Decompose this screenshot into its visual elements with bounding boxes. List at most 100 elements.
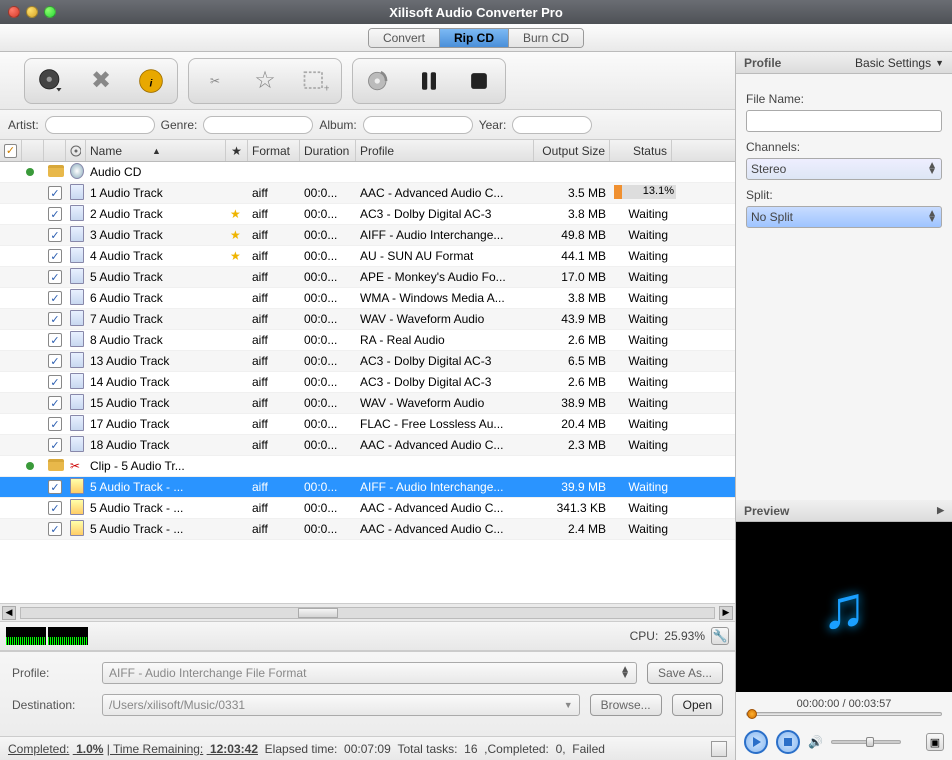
col-duration[interactable]: Duration xyxy=(300,140,356,161)
track-checkbox[interactable]: ✓ xyxy=(44,480,66,495)
group-row[interactable]: Audio CD xyxy=(0,162,735,183)
track-row[interactable]: ✓2 Audio Track★aiff00:0...AC3 - Dolby Di… xyxy=(0,204,735,225)
preview-play-button[interactable] xyxy=(744,730,768,754)
track-row[interactable]: ✓14 Audio Trackaiff00:0...AC3 - Dolby Di… xyxy=(0,372,735,393)
col-profile[interactable]: Profile xyxy=(356,140,534,161)
browse-button[interactable]: Browse... xyxy=(590,694,662,716)
track-name: 4 Audio Track xyxy=(86,249,226,263)
file-icon xyxy=(66,436,86,455)
expand-icon[interactable] xyxy=(22,165,44,179)
track-checkbox[interactable]: ✓ xyxy=(44,249,66,264)
track-row[interactable]: ✓13 Audio Trackaiff00:0...AC3 - Dolby Di… xyxy=(0,351,735,372)
destination-label: Destination: xyxy=(12,698,92,712)
preview-expand-button[interactable]: ▶ xyxy=(937,505,944,516)
add-to-queue-button[interactable]: + xyxy=(297,63,333,99)
col-output-size[interactable]: Output Size xyxy=(534,140,610,161)
scroll-thumb[interactable] xyxy=(298,608,338,618)
track-row[interactable]: ✓6 Audio Trackaiff00:0...WMA - Windows M… xyxy=(0,288,735,309)
preview-stop-button[interactable] xyxy=(776,730,800,754)
track-format: aiff xyxy=(248,480,300,494)
zoom-window-button[interactable] xyxy=(44,6,56,18)
cpu-settings-button[interactable]: 🔧 xyxy=(711,627,729,645)
track-checkbox[interactable]: ✓ xyxy=(44,438,66,453)
cut-button[interactable]: ✂ xyxy=(197,63,233,99)
mode-tab-bar: Convert Rip CD Burn CD xyxy=(0,24,952,52)
basic-settings-dropdown[interactable]: Basic Settings▼ xyxy=(855,56,944,70)
track-row[interactable]: ✓18 Audio Trackaiff00:0...AAC - Advanced… xyxy=(0,435,735,456)
rip-button[interactable] xyxy=(361,63,397,99)
scroll-left-button[interactable]: ◀ xyxy=(2,606,16,620)
track-checkbox[interactable]: ✓ xyxy=(44,375,66,390)
tab-burn-cd[interactable]: Burn CD xyxy=(509,29,583,47)
track-checkbox[interactable]: ✓ xyxy=(44,270,66,285)
track-status: Waiting xyxy=(610,375,672,389)
minimize-window-button[interactable] xyxy=(26,6,38,18)
volume-slider[interactable] xyxy=(831,740,901,744)
save-as-button[interactable]: Save As... xyxy=(647,662,723,684)
snapshot-button[interactable]: ▣ xyxy=(926,733,944,751)
horizontal-scrollbar[interactable]: ◀ ▶ xyxy=(0,603,735,621)
close-window-button[interactable] xyxy=(8,6,20,18)
profile-select[interactable]: AIFF - Audio Interchange File Format ▲▼ xyxy=(102,662,637,684)
track-checkbox[interactable]: ✓ xyxy=(44,207,66,222)
col-star[interactable]: ★ xyxy=(226,140,248,161)
open-button[interactable]: Open xyxy=(672,694,723,716)
status-time-remaining: 12:03:42 xyxy=(210,742,258,756)
channels-select[interactable]: Stereo▲▼ xyxy=(746,158,942,180)
seek-slider[interactable] xyxy=(736,712,952,724)
album-input[interactable] xyxy=(363,116,473,134)
task-list-button[interactable] xyxy=(711,741,727,757)
track-checkbox[interactable]: ✓ xyxy=(44,333,66,348)
track-row[interactable]: ✓15 Audio Trackaiff00:0...WAV - Waveform… xyxy=(0,393,735,414)
artist-input[interactable] xyxy=(45,116,155,134)
preview-pane: ♫ xyxy=(736,522,952,692)
track-row[interactable]: ✓1 Audio Trackaiff00:0...AAC - Advanced … xyxy=(0,183,735,204)
track-checkbox[interactable]: ✓ xyxy=(44,291,66,306)
file-icon xyxy=(66,478,86,497)
tab-rip-cd[interactable]: Rip CD xyxy=(440,29,509,47)
track-checkbox[interactable]: ✓ xyxy=(44,354,66,369)
track-checkbox[interactable]: ✓ xyxy=(44,396,66,411)
track-row[interactable]: ✓4 Audio Track★aiff00:0...AU - SUN AU Fo… xyxy=(0,246,735,267)
favorite-button[interactable]: ☆ xyxy=(247,63,283,99)
seek-thumb[interactable] xyxy=(747,709,757,719)
file-name-input[interactable] xyxy=(746,110,942,132)
destination-select[interactable]: /Users/xilisoft/Music/0331 ▼ xyxy=(102,694,580,716)
info-button[interactable]: i xyxy=(133,63,169,99)
stop-button[interactable] xyxy=(461,63,497,99)
remove-button[interactable]: ✖ xyxy=(83,63,119,99)
track-checkbox[interactable]: ✓ xyxy=(44,312,66,327)
col-name[interactable]: Name ▲ xyxy=(86,140,226,161)
track-row[interactable]: ✓5 Audio Track - ...aiff00:0...AAC - Adv… xyxy=(0,519,735,540)
volume-thumb[interactable] xyxy=(866,737,874,747)
group-row[interactable]: ✂Clip - 5 Audio Tr... xyxy=(0,456,735,477)
pause-button[interactable] xyxy=(411,63,447,99)
track-star[interactable]: ★ xyxy=(226,249,248,263)
expand-icon[interactable] xyxy=(22,459,44,473)
track-row[interactable]: ✓3 Audio Track★aiff00:0...AIFF - Audio I… xyxy=(0,225,735,246)
track-checkbox[interactable]: ✓ xyxy=(44,522,66,537)
track-row[interactable]: ✓7 Audio Trackaiff00:0...WAV - Waveform … xyxy=(0,309,735,330)
track-table-header: ✓ Name ▲ ★ Format Duration Profile Outpu… xyxy=(0,140,735,162)
add-disc-button[interactable] xyxy=(33,63,69,99)
year-input[interactable] xyxy=(512,116,592,134)
track-checkbox[interactable]: ✓ xyxy=(44,228,66,243)
track-row[interactable]: ✓8 Audio Trackaiff00:0...RA - Real Audio… xyxy=(0,330,735,351)
genre-input[interactable] xyxy=(203,116,313,134)
track-duration: 00:0... xyxy=(300,186,356,200)
select-all-checkbox[interactable]: ✓ xyxy=(4,144,17,158)
scroll-right-button[interactable]: ▶ xyxy=(719,606,733,620)
tab-convert[interactable]: Convert xyxy=(369,29,440,47)
track-checkbox[interactable]: ✓ xyxy=(44,186,66,201)
track-checkbox[interactable]: ✓ xyxy=(44,417,66,432)
track-star[interactable]: ★ xyxy=(226,228,248,242)
track-row[interactable]: ✓17 Audio Trackaiff00:0...FLAC - Free Lo… xyxy=(0,414,735,435)
track-row[interactable]: ✓5 Audio Track - ...aiff00:0...AAC - Adv… xyxy=(0,498,735,519)
track-checkbox[interactable]: ✓ xyxy=(44,501,66,516)
split-select[interactable]: No Split▲▼ xyxy=(746,206,942,228)
col-format[interactable]: Format xyxy=(248,140,300,161)
col-status[interactable]: Status xyxy=(610,140,672,161)
track-star[interactable]: ★ xyxy=(226,207,248,221)
track-row[interactable]: ✓5 Audio Trackaiff00:0...APE - Monkey's … xyxy=(0,267,735,288)
track-row[interactable]: ✓5 Audio Track - ...aiff00:0...AIFF - Au… xyxy=(0,477,735,498)
